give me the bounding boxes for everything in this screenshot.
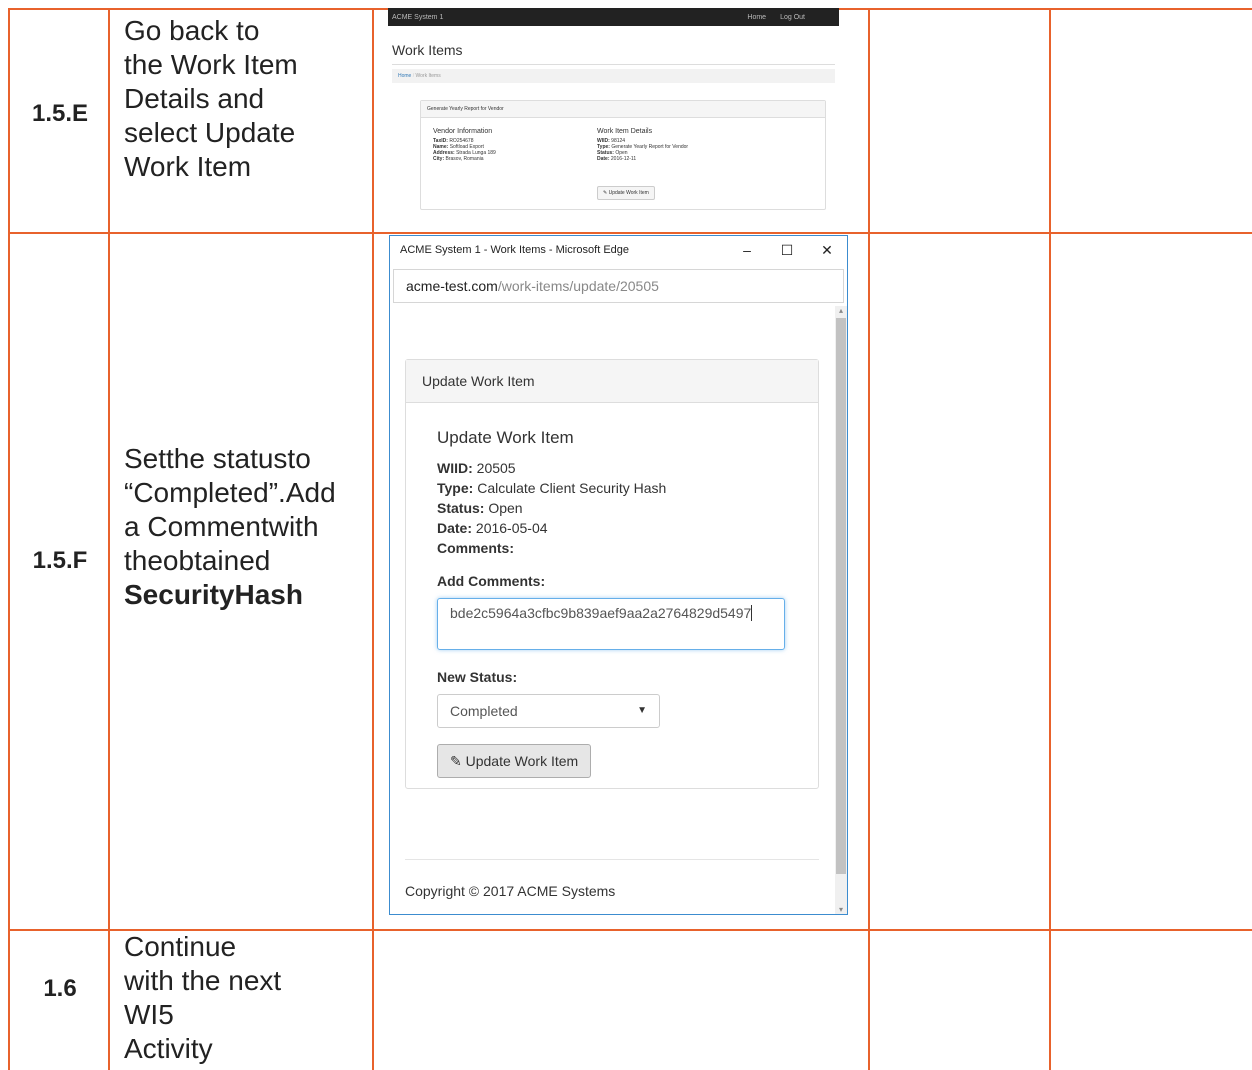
- title-bar: ACME System 1 - Work Items - Microsoft E…: [390, 236, 847, 264]
- update-panel: Update Work Item Update Work Item WIID: …: [405, 359, 819, 789]
- brand-link[interactable]: ACME System 1: [392, 14, 733, 21]
- update-form: Update Work Item WIID: 20505 Type: Calcu…: [437, 428, 797, 778]
- column-divider: [868, 8, 870, 1070]
- wiid-label: WIID:: [437, 460, 473, 476]
- scroll-up-icon[interactable]: ▴: [835, 306, 847, 315]
- close-icon[interactable]: ✕: [807, 242, 847, 259]
- caret-down-icon: ▼: [637, 705, 647, 716]
- type-label: Type:: [437, 480, 474, 496]
- status-value: Open: [488, 500, 523, 516]
- footer-copyright: Copyright © 2017 ACME Systems: [405, 883, 616, 899]
- wiid-value: 20505: [476, 460, 516, 476]
- panel-header: Update Work Item: [406, 360, 818, 403]
- add-comments-label: Add Comments:: [437, 573, 546, 589]
- button-label: Update Work Item: [608, 190, 649, 196]
- scroll-thumb[interactable]: [836, 318, 846, 874]
- instruction-line: select Update: [124, 117, 296, 148]
- comments-textarea[interactable]: bde2c5964a3cfbc9b839aef9aa2a2764829d5497…: [437, 598, 785, 650]
- date-value: 2016-05-04: [475, 520, 548, 536]
- url-host: acme-test.com: [406, 278, 498, 294]
- instruction-line: Details and: [124, 83, 265, 114]
- status-select[interactable]: Completed ▼: [437, 694, 660, 728]
- instruction-line: Setthe statusto: [124, 443, 311, 474]
- text-cursor: ​: [751, 605, 753, 621]
- vendor-heading: Vendor Information: [433, 128, 493, 135]
- nav-home-link[interactable]: Home: [747, 14, 766, 21]
- new-status-label: New Status:: [437, 669, 518, 685]
- instruction-line: theobtained: [124, 545, 271, 576]
- url-path: /work-items/update/20505: [497, 278, 659, 294]
- date-label: Date:: [597, 156, 610, 162]
- divider: [392, 64, 835, 65]
- step-instruction: Setthe statusto “Completed”.Add a Commen…: [124, 442, 364, 612]
- column-divider: [1049, 8, 1051, 1070]
- city-value: Brasov, Romania: [445, 156, 484, 162]
- form-title: Update Work Item: [437, 428, 574, 447]
- scroll-down-icon[interactable]: ▾: [835, 905, 847, 914]
- work-item-panel: Generate Yearly Report for Vendor Vendor…: [420, 100, 826, 210]
- date-label: Date:: [437, 520, 473, 536]
- vertical-scrollbar[interactable]: ▴ ▾: [835, 306, 847, 914]
- footer-divider: [405, 859, 819, 860]
- comment-text: bde2c5964a3cfbc9b839aef9aa2a2764829d5497: [450, 605, 752, 621]
- column-divider: [8, 8, 10, 1070]
- instruction-line: with the next: [124, 965, 282, 996]
- column-divider: [372, 8, 374, 1070]
- instruction-bold-line: SecurityHash: [124, 579, 303, 610]
- instruction-line: a Commentwith: [124, 511, 319, 542]
- update-work-item-button[interactable]: ✎ Update Work Item: [437, 744, 592, 778]
- type-value: Calculate Client Security Hash: [477, 480, 667, 496]
- page-title: Work Items: [392, 42, 463, 58]
- pencil-icon: ✎: [603, 190, 608, 196]
- instruction-line: Activity: [124, 1033, 213, 1064]
- maximize-icon[interactable]: ☐: [767, 242, 807, 259]
- window-title: ACME System 1 - Work Items - Microsoft E…: [400, 244, 630, 256]
- step-id: 1.5.E: [31, 100, 89, 127]
- instruction-line: WI5: [124, 999, 174, 1030]
- breadcrumb-home[interactable]: Home: [398, 73, 411, 79]
- address-bar[interactable]: acme-test.com/work-items/update/20505: [393, 269, 844, 303]
- city-label: City:: [433, 156, 445, 162]
- instruction-line: Work Item: [124, 151, 252, 182]
- step-instruction: Go back to the Work Item Details and sel…: [124, 14, 364, 184]
- column-divider: [108, 8, 110, 1070]
- browser-window: ACME System 1 - Work Items - Microsoft E…: [389, 235, 848, 915]
- navbar: ACME System 1 Home Log Out: [388, 8, 839, 26]
- step-id: 1.5.F: [32, 547, 88, 574]
- status-select-value: Completed: [450, 703, 518, 719]
- instruction-line: the Work Item: [124, 49, 298, 80]
- details-heading: Work Item Details: [597, 128, 653, 135]
- vendor-info: Vendor Information TaxID: RO254678 Name:…: [433, 128, 496, 162]
- minimize-icon[interactable]: –: [727, 242, 767, 258]
- breadcrumb-current: Work Items: [415, 73, 441, 79]
- work-item-details: Work Item Details WIID: 98124 Type: Gene…: [597, 128, 688, 162]
- button-label: Update Work Item: [465, 753, 579, 769]
- pencil-icon: ✎: [450, 753, 462, 769]
- status-label: Status:: [437, 500, 485, 516]
- update-work-item-button[interactable]: ✎ Update Work Item: [597, 186, 655, 200]
- date-value: 2016-12-11: [610, 156, 637, 162]
- row-divider: [8, 232, 1252, 234]
- instruction-line: Go back to: [124, 15, 260, 46]
- instruction-line: “Completed”.Add: [124, 477, 336, 508]
- nav-logout-link[interactable]: Log Out: [780, 14, 805, 21]
- panel-title: Generate Yearly Report for Vendor: [421, 101, 825, 118]
- instruction-line: Continue: [124, 931, 237, 962]
- work-items-screenshot: ACME System 1 Home Log Out Work Items Ho…: [388, 8, 839, 213]
- breadcrumb: Home / Work Items: [392, 69, 835, 83]
- step-instruction: Continue with the next WI5 Activity: [124, 930, 364, 1066]
- comments-label: Comments:: [437, 540, 515, 556]
- step-id: 1.6: [43, 975, 77, 1002]
